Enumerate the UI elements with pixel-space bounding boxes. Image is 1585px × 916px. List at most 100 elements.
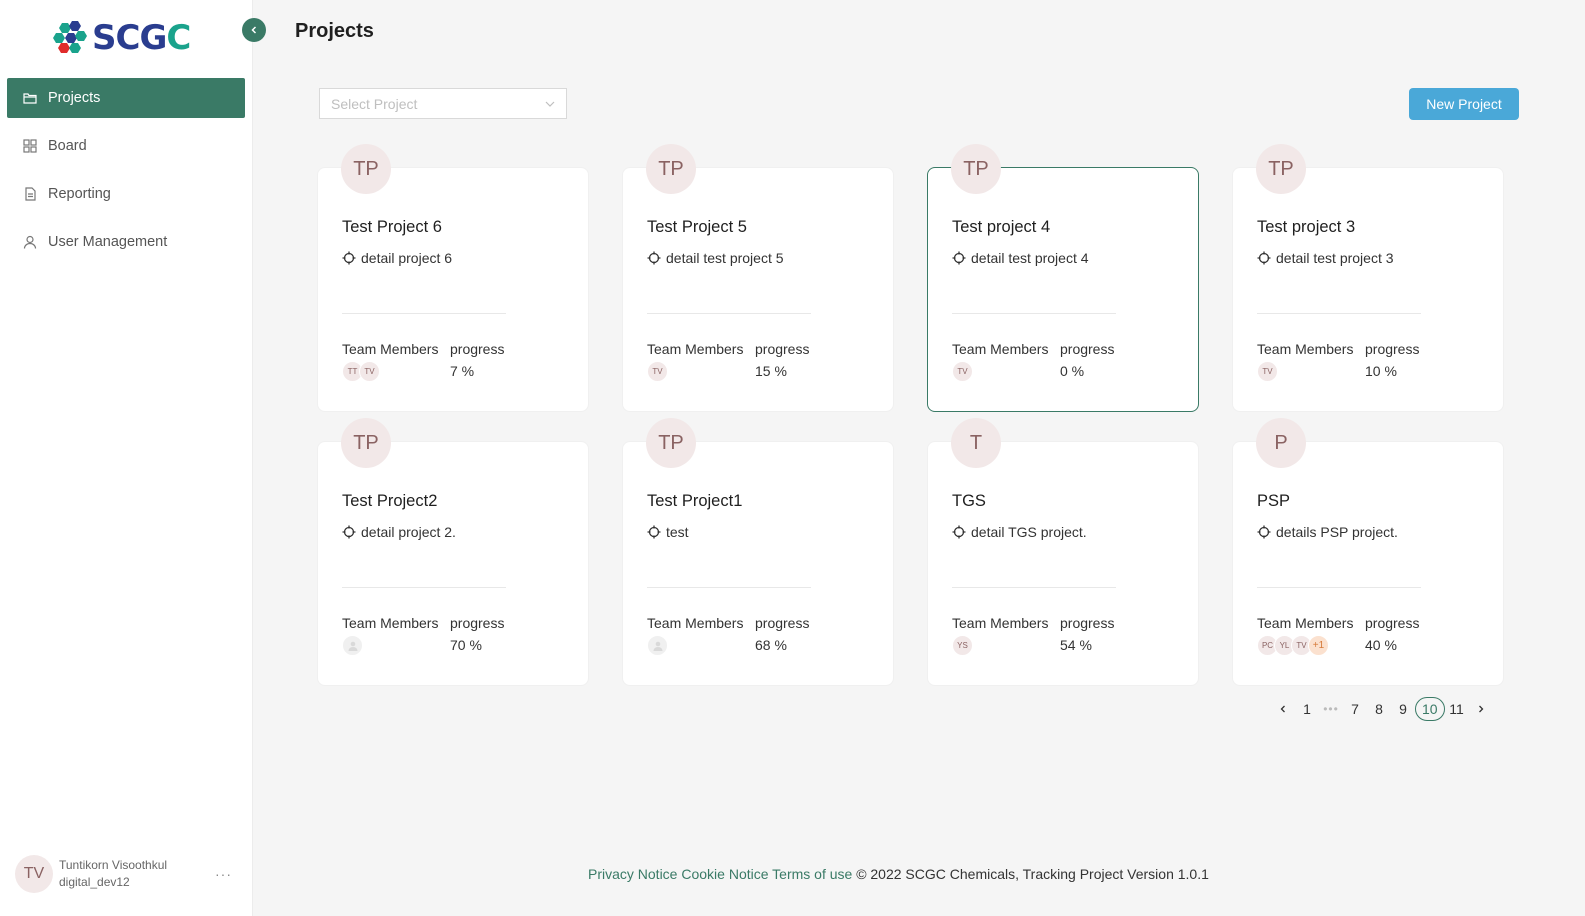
page-10[interactable]: 10 [1415,697,1445,721]
project-detail: detail TGS project. [952,524,1087,540]
member-placeholder-icon [342,635,363,656]
page-7[interactable]: 7 [1343,697,1367,721]
project-avatar: TP [341,418,391,468]
project-name: Test Project1 [647,492,743,510]
team-members [342,635,363,656]
project-card[interactable]: TP Test project 3 detail test project 3 Tea… [1232,144,1504,412]
project-avatar: TP [341,144,391,194]
project-card[interactable]: TP Test Project1 test Team Members progress 6… [622,418,894,686]
more-options-icon[interactable]: ··· [215,866,232,882]
project-card[interactable]: P PSP details PSP project. Team Members prog… [1232,418,1504,686]
progress-value: 40 % [1365,637,1397,653]
project-detail: details PSP project. [1257,524,1398,540]
user-username: digital_dev12 [59,875,130,889]
footer: Privacy Notice Cookie Notice Terms of us… [588,866,1209,882]
main-content: Projects Select Project New Project TP Te… [253,0,1585,916]
project-card[interactable]: TP Test Project 6 detail project 6 Team Mem… [317,144,589,412]
project-avatar: P [1256,418,1306,468]
progress-value: 15 % [755,363,787,379]
divider [342,313,506,314]
aim-icon [1257,525,1271,539]
member-avatar: TV [359,361,380,382]
project-name: Test Project 6 [342,218,442,236]
progress-value: 10 % [1365,363,1397,379]
aim-icon [952,251,966,265]
progress-label: progress [1365,615,1420,631]
cookie-notice-link[interactable]: Cookie Notice [681,866,768,882]
member-placeholder-icon [647,635,668,656]
aim-icon [647,251,661,265]
terms-of-use-link[interactable]: Terms of use [772,866,852,882]
progress-label: progress [1365,341,1420,357]
sidebar-item-label: Board [48,138,87,154]
team-members: PC YL TV +1 [1257,635,1329,656]
page-ellipsis[interactable]: ••• [1319,697,1343,721]
progress-value: 7 % [450,363,475,379]
team-members-label: Team Members [1257,341,1354,357]
team-members: TV [1257,361,1278,382]
page-11[interactable]: 11 [1445,697,1469,721]
project-detail: detail project 6 [342,250,452,266]
prev-page-button[interactable] [1271,697,1295,721]
project-name: Test Project2 [342,492,438,510]
sidebar-nav: Projects Board Reporting User Management [7,78,245,270]
next-page-button[interactable] [1469,697,1493,721]
logo-text-part2: C [166,18,191,58]
progress-label: progress [450,341,505,357]
aim-icon [952,525,966,539]
project-avatar: TP [1256,144,1306,194]
sidebar-item-label: Reporting [48,186,111,202]
project-avatar: TP [646,418,696,468]
team-members-label: Team Members [952,341,1049,357]
chevron-right-icon [1478,705,1483,713]
privacy-notice-link[interactable]: Privacy Notice [588,866,677,882]
scgc-logo[interactable]: SCGC [52,18,202,58]
project-detail-text: detail TGS project. [971,524,1087,540]
project-avatar: TP [951,144,1001,194]
project-card[interactable]: T TGS detail TGS project. Team Members progr… [927,418,1199,686]
page-8[interactable]: 8 [1367,697,1391,721]
divider [342,587,506,588]
user-profile[interactable]: TV Tuntikorn Visoothkul digital_dev12 ··… [15,854,240,894]
logo-mark-icon [52,19,90,57]
sidebar-item-reporting[interactable]: Reporting [7,174,245,214]
avatar: TV [15,855,53,893]
team-members-label: Team Members [647,615,744,631]
file-icon [23,187,37,201]
select-project-dropdown[interactable]: Select Project [319,88,567,119]
project-detail-text: details PSP project. [1276,524,1398,540]
sidebar-item-label: Projects [48,90,101,106]
page-1[interactable]: 1 [1295,697,1319,721]
team-members-label: Team Members [342,615,439,631]
logo-text: SCGC [92,18,191,58]
aim-icon [342,525,356,539]
team-members: YS [952,635,973,656]
project-avatar: T [951,418,1001,468]
project-card[interactable]: TP Test Project 5 detail test project 5 Tea… [622,144,894,412]
new-project-button[interactable]: New Project [1409,88,1519,120]
sidebar-item-label: User Management [48,234,168,250]
divider [1257,313,1421,314]
progress-label: progress [755,615,810,631]
project-card[interactable]: TP Test project 4 detail test project 4 Tea… [927,144,1199,412]
aim-icon [342,251,356,265]
page-9[interactable]: 9 [1391,697,1415,721]
project-card[interactable]: TP Test Project2 detail project 2. Team Mem… [317,418,589,686]
project-name: Test project 3 [1257,218,1356,236]
copyright: © 2022 SCGC Chemicals, Tracking Project … [856,866,1209,882]
collapse-sidebar-button[interactable] [242,18,266,42]
chevron-down-icon [544,97,556,113]
user-name: Tuntikorn Visoothkul [59,858,168,872]
sidebar-item-user-management[interactable]: User Management [7,222,245,262]
sidebar-item-projects[interactable]: Projects [7,78,245,118]
project-detail-text: detail test project 3 [1276,250,1394,266]
divider [647,313,811,314]
project-name: Test Project 5 [647,218,747,236]
team-members: TV [647,361,668,382]
sidebar-item-board[interactable]: Board [7,126,245,166]
divider [952,313,1116,314]
project-detail: detail project 2. [342,524,456,540]
project-detail-text: detail test project 5 [666,250,784,266]
project-detail-text: detail project 6 [361,250,453,266]
logo-text-part1: SCG [92,18,167,58]
